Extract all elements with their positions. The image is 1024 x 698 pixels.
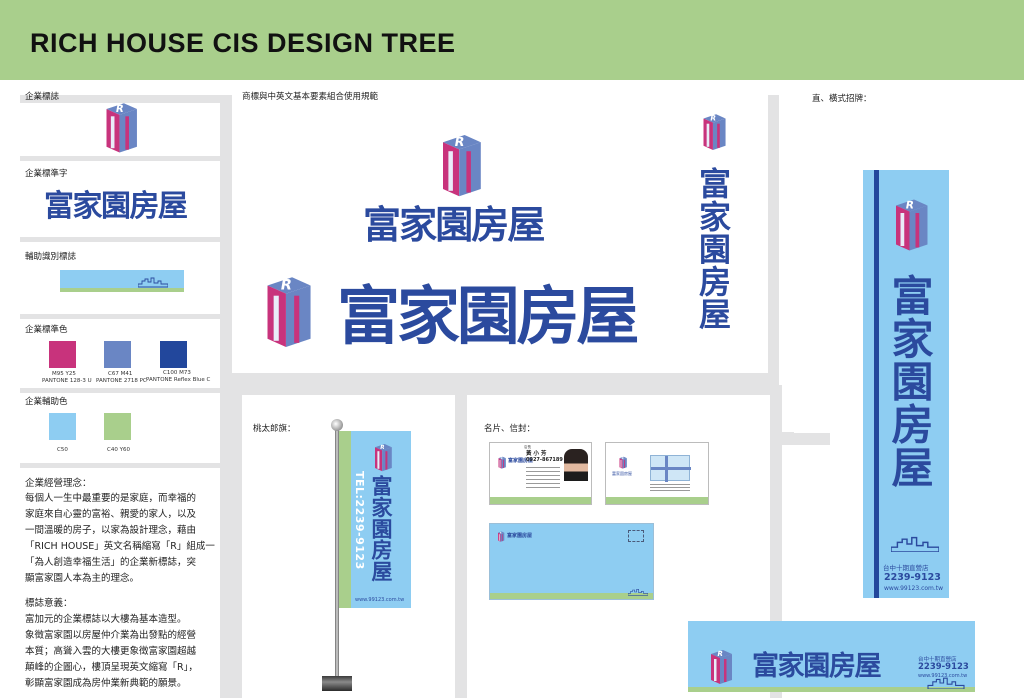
flag-tel: TEL:2239-9123 xyxy=(353,471,366,570)
business-card-back: 富家園房屋 xyxy=(605,442,709,505)
page-title: RICH HOUSE CIS DESIGN TREE xyxy=(30,28,456,58)
flag-url: www.99123.com.tw xyxy=(355,597,405,603)
skyline-icon xyxy=(891,536,939,552)
section-label-combo: 商標與中英文基本要素組合使用規範 xyxy=(242,92,379,102)
signboard-phone: 2239-9123 xyxy=(918,662,969,672)
envelope-logo xyxy=(495,530,507,542)
card-info-lines xyxy=(650,484,690,492)
flag-logo xyxy=(369,440,397,472)
divider-bar xyxy=(20,463,220,468)
meaning-line: 彰顯富家園成為房仲業新典範的願景。 xyxy=(25,678,187,689)
flag-wordmark: 富家園房屋 xyxy=(369,475,393,583)
aux-green-stripe xyxy=(60,288,184,292)
section-label-flag: 桃太郎旗： xyxy=(253,424,296,434)
color-swatch-blue xyxy=(160,341,187,368)
card-green-stripe xyxy=(606,497,708,504)
flag-green-stripe xyxy=(339,431,351,608)
section-label-signboard: 直、橫式招牌： xyxy=(812,94,872,104)
signboard-wordmark: 富家園房屋 xyxy=(752,651,882,682)
horizontal-signboard: 富家園房屋 台中十期直營店 2239-9123 www.99123.com.tw xyxy=(688,621,975,692)
divider-bar xyxy=(782,432,794,444)
pantone-code: PANTONE 2718 PC xyxy=(96,378,147,384)
business-card-front: 富家園房屋 店長 黃 小 芳 0927-867189 xyxy=(489,442,592,505)
divider-bar xyxy=(20,314,220,319)
color-code: C67 M41 xyxy=(108,371,133,377)
philosophy-line: 「RICH HOUSE」英文名稱縮寫「R」組成一 xyxy=(25,541,215,552)
envelope-company: 富家園房屋 xyxy=(507,533,533,539)
meaning-title: 標誌意義： xyxy=(25,598,73,609)
color-code: M95 Y25 xyxy=(52,371,76,377)
divider-bar xyxy=(232,373,779,385)
rich-house-logo xyxy=(96,96,146,154)
section-label-aux-colors: 企業輔助色 xyxy=(25,397,68,407)
card-info-lines xyxy=(526,467,560,489)
meaning-line: 本質；高聳入雲的大樓更象徵富家園超越 xyxy=(25,646,197,657)
signboard-logo xyxy=(704,645,738,685)
card-back-company: 富家園房屋 xyxy=(612,471,632,476)
meaning-line: 顛峰的企圖心，樓頂呈現英文縮寫「R」， xyxy=(25,662,198,673)
pantone-code: PANTONE 128-3 U xyxy=(42,378,92,384)
signboard-url: www.99123.com.tw xyxy=(884,585,944,592)
card-photo xyxy=(564,449,588,481)
color-swatch-periwinkle xyxy=(104,341,131,368)
card-map xyxy=(650,455,691,482)
philosophy-line: 顯富家園人本為主的理念。 xyxy=(25,573,140,584)
divider-bar xyxy=(20,237,220,242)
combo-wordmark-stacked: 富家園房屋 xyxy=(363,203,545,247)
skyline-icon xyxy=(628,588,648,596)
divider-bar xyxy=(455,395,467,698)
section-label-logo: 企業標誌 xyxy=(25,92,60,102)
divider-bar xyxy=(220,95,232,698)
meaning-line: 象徵富家園以房屋仲介業為出發點的經營 xyxy=(25,630,197,641)
signboard-blue-stripe xyxy=(874,170,879,598)
combo-logo-horizontal xyxy=(253,267,323,349)
color-code: C50 xyxy=(57,447,68,453)
philosophy-line: 「為人創造幸福生活」的企業新標誌，突 xyxy=(25,557,197,568)
section-label-aux-mark: 輔助識別標誌 xyxy=(25,252,77,262)
pantone-code: PANTONE Reflex Blue C xyxy=(146,377,211,383)
card-name: 黃 小 芳 xyxy=(526,451,547,457)
card-logo xyxy=(617,455,629,469)
philosophy-title: 企業經營理念： xyxy=(25,478,92,489)
combo-logo-vertical xyxy=(695,109,733,151)
signboard-logo xyxy=(885,192,937,252)
signboard-wordmark: 富家園房屋 xyxy=(885,274,934,489)
skyline-icon xyxy=(138,276,168,288)
header-banner: RICH HOUSE CIS DESIGN TREE xyxy=(0,0,1024,80)
section-label-wordmark: 企業標準字 xyxy=(25,169,68,179)
philosophy-line: 每個人一生中最重要的是家庭，而幸福的 xyxy=(25,493,197,504)
card-green-stripe xyxy=(490,497,591,504)
signboard-branch: 台中十期直營店 xyxy=(883,564,929,572)
flag-pole-top xyxy=(331,419,343,431)
color-code: C40 Y60 xyxy=(107,447,130,453)
combo-logo-stacked xyxy=(428,126,494,198)
color-swatch-green xyxy=(104,413,131,440)
card-mobile: 0927-867189 xyxy=(526,457,563,463)
color-code: C100 M73 xyxy=(163,370,191,376)
section-label-cards: 名片、信封： xyxy=(484,424,536,434)
combo-wordmark-horizontal: 富家園房屋 xyxy=(337,280,639,353)
philosophy-line: 一間溫暖的房子，以家為設計理念，藉由 xyxy=(25,525,197,536)
divider-bar xyxy=(20,388,220,393)
brand-wordmark: 富家園房屋 xyxy=(44,189,188,224)
envelope: 富家園房屋 xyxy=(489,523,654,600)
section-label-std-colors: 企業標準色 xyxy=(25,325,68,335)
skyline-icon xyxy=(924,677,968,689)
divider-bar xyxy=(20,156,220,161)
banner-flag: 富家園房屋 TEL:2239-9123 www.99123.com.tw xyxy=(339,431,411,608)
aux-identity-bar xyxy=(60,270,184,292)
card-logo xyxy=(496,455,508,469)
flag-base xyxy=(322,676,352,691)
signboard-phone: 2239-9123 xyxy=(884,572,941,583)
divider-bar xyxy=(232,385,782,395)
vertical-signboard: 富家園房屋 台中十期直營店 2239-9123 www.99123.com.tw xyxy=(863,170,949,598)
philosophy-line: 家庭來自心靈的富裕、親愛的家人，以及 xyxy=(25,509,197,520)
color-swatch-light-blue xyxy=(49,413,76,440)
envelope-stamp-box xyxy=(628,530,644,542)
color-swatch-magenta xyxy=(49,341,76,368)
meaning-line: 富加元的企業標誌以大樓為基本造型。 xyxy=(25,614,187,625)
divider-bar xyxy=(232,395,242,698)
combo-wordmark-vertical: 富家園房屋 xyxy=(694,167,732,331)
divider-bar xyxy=(768,95,779,385)
